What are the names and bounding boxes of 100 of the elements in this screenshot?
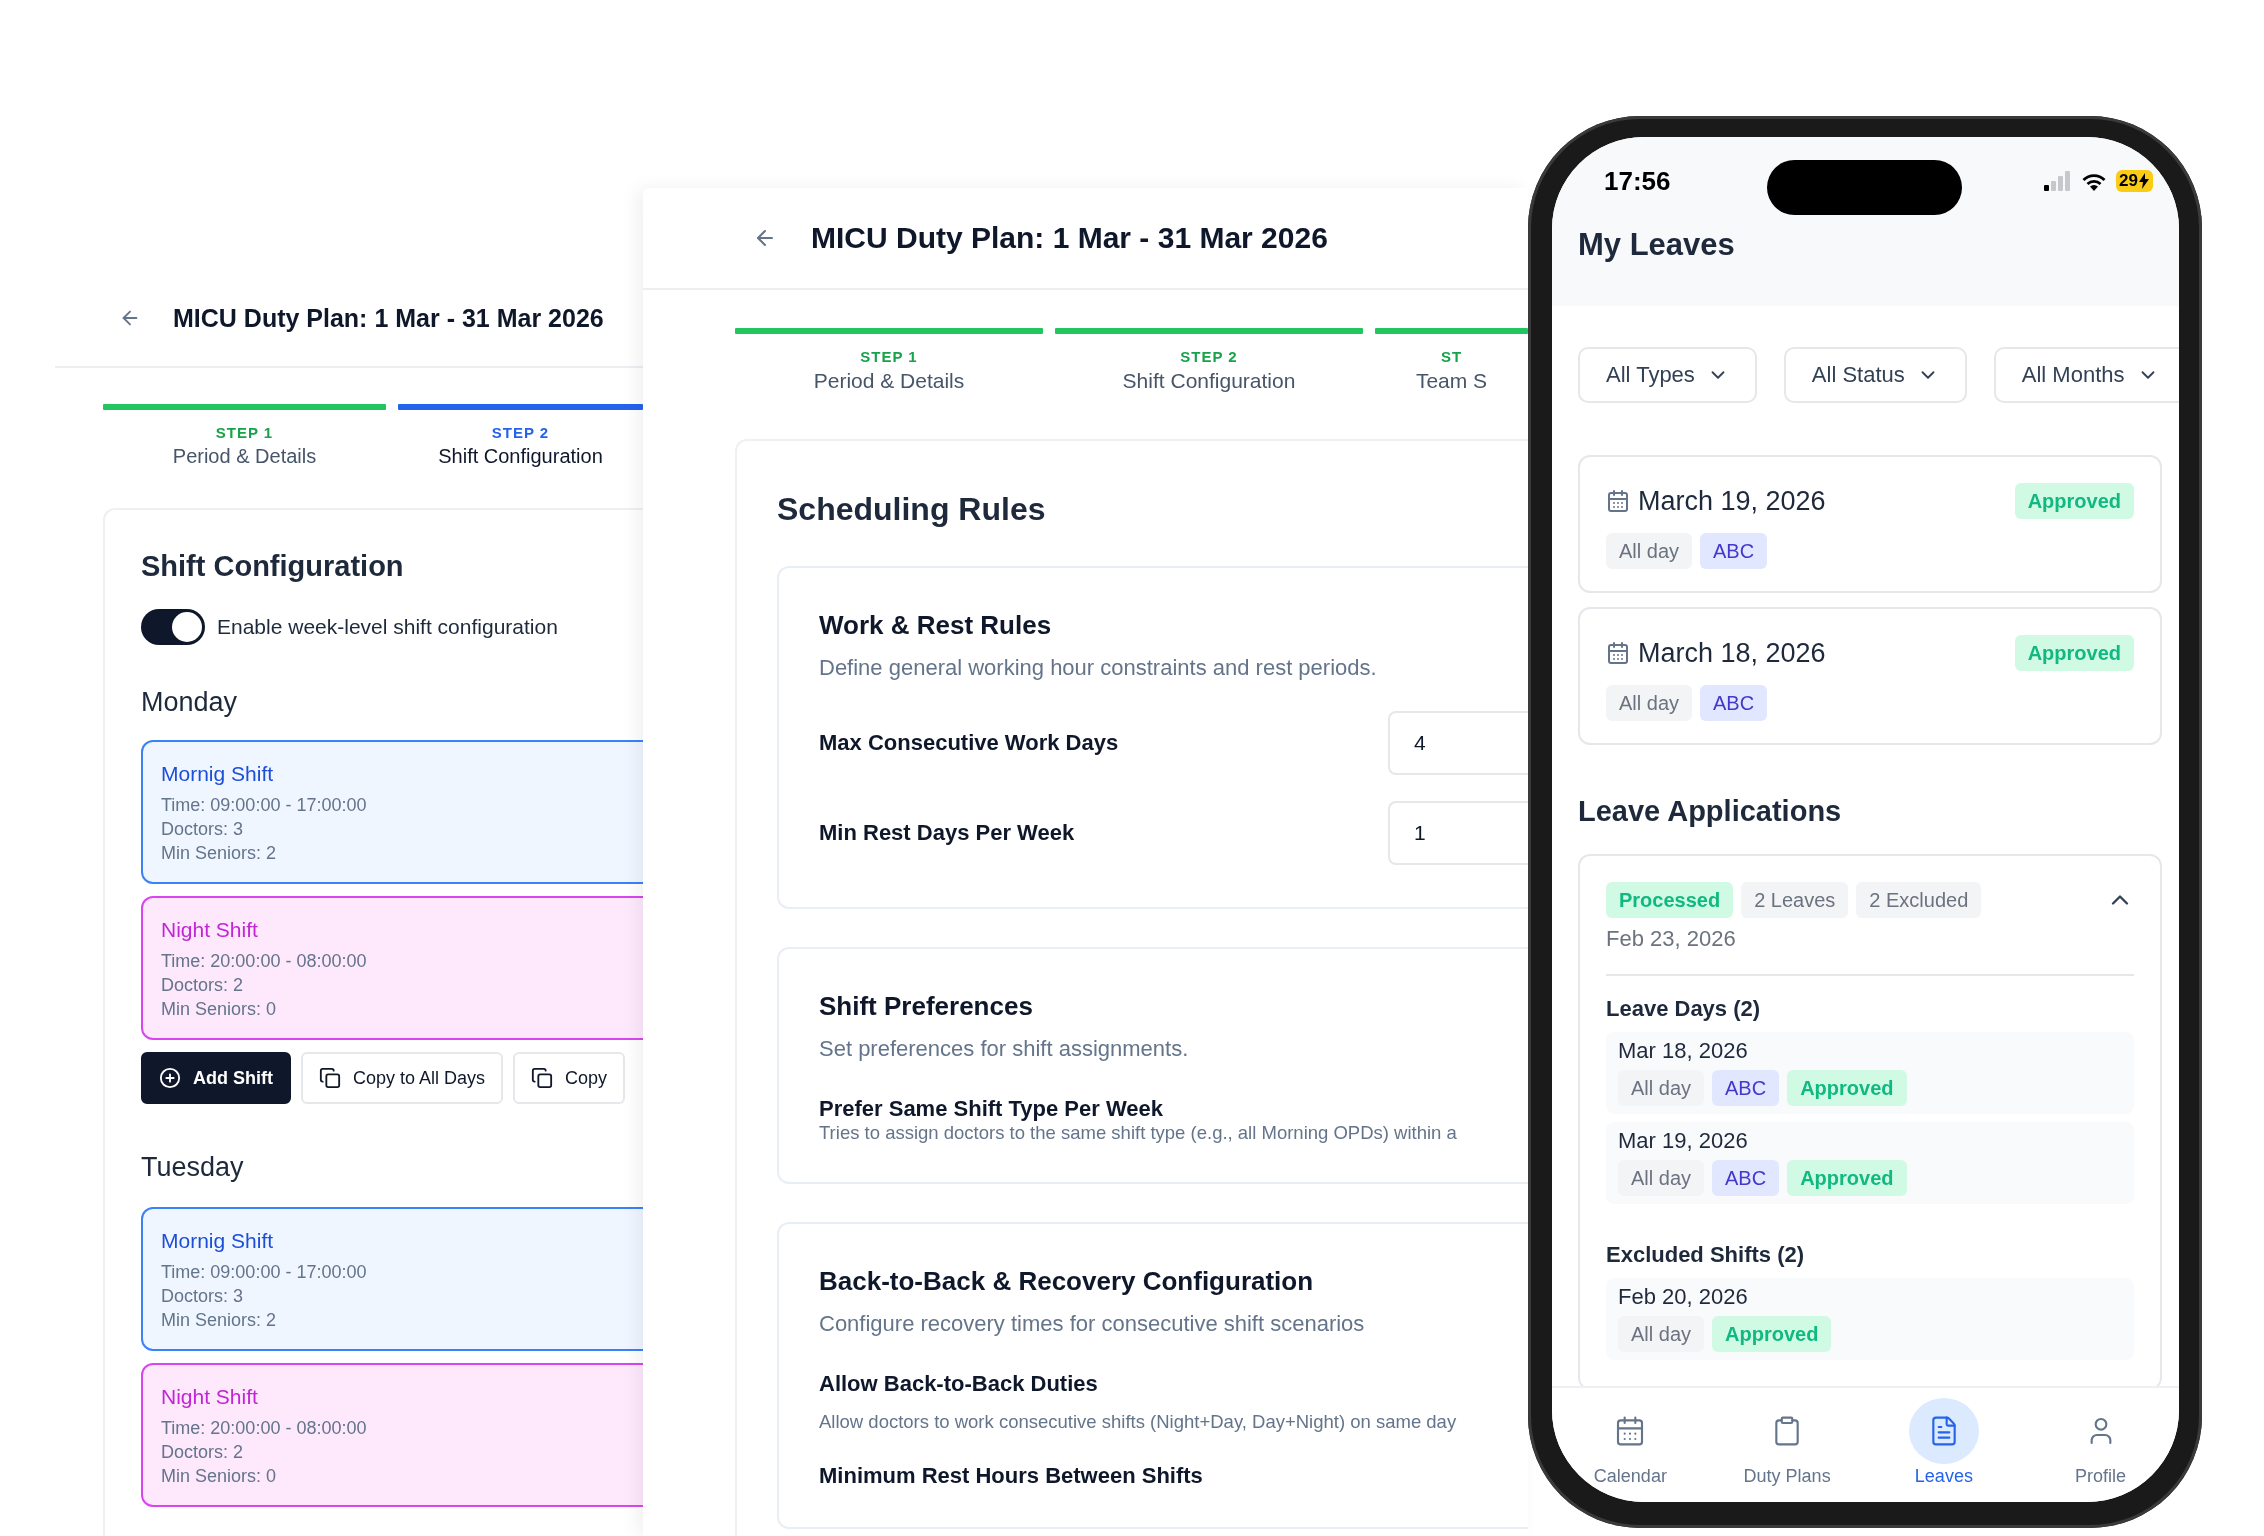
- shift-detail: Min Seniors: 2: [161, 843, 278, 864]
- nav-tab[interactable]: Profile: [2035, 1398, 2166, 1487]
- leave-tag: All day: [1618, 1316, 1705, 1352]
- leave-tag: All day: [1618, 1160, 1705, 1196]
- step-label: Period & Details: [172, 445, 317, 468]
- shift-detail: Min Seniors: 0: [161, 999, 278, 1020]
- leave-card[interactable]: March 18, 2026 Approved All day ABC: [1578, 607, 2162, 745]
- shift-title: Night Shift: [161, 918, 259, 942]
- status-badge: Approved: [2014, 635, 2134, 671]
- leave-date: March 19, 2026: [1638, 485, 1826, 517]
- item-date: Mar 19, 2026: [1618, 1128, 1749, 1154]
- toggle-switch[interactable]: [141, 609, 205, 645]
- copy-button[interactable]: Copy: [513, 1052, 626, 1104]
- filter-dropdown[interactable]: All Types: [1578, 347, 1757, 403]
- field-label: Min Rest Days Per Week: [819, 820, 1075, 846]
- filter-dropdown[interactable]: All Months: [1993, 347, 2179, 403]
- option-hint: Tries to assign doctors to the same shift type (e.g., all Morning OPDs) within a: [819, 1122, 1458, 1144]
- leave-tag: All day: [1606, 533, 1693, 569]
- copy-button[interactable]: Copy to All Days: [301, 1052, 504, 1104]
- leave-tag: Approved: [1787, 1160, 1907, 1196]
- option-hint: Allow doctors to work consecutive shifts (Night+Day, Day+Night) on same day: [819, 1411, 1458, 1433]
- shift-detail: Doctors: 3: [161, 1286, 245, 1307]
- plus-circle-icon: [159, 1067, 181, 1089]
- application-badge: Processed: [1606, 882, 1734, 918]
- nav-tab[interactable]: Calendar: [1565, 1398, 1696, 1487]
- status-time: 17:56: [1604, 165, 1671, 197]
- section-description: Define general working hour constraints and rest periods.: [819, 655, 1378, 681]
- shift-card[interactable]: Mornig Shift Time: 09:00:00 - 17:00:00 Doctors: 3 Min Seniors: 2: [141, 740, 643, 884]
- group-title: Excluded Shifts (2): [1606, 1242, 1806, 1268]
- step-number: STEP 1: [860, 348, 918, 365]
- leave-tag: All day: [1606, 685, 1693, 721]
- leave-tag: Approved: [1712, 1316, 1832, 1352]
- step-number: STEP 2: [491, 424, 550, 441]
- section-description: Set preferences for shift assignments.: [819, 1036, 1190, 1062]
- section-title: Work & Rest Rules: [819, 610, 1053, 641]
- leave-tag: ABC: [1712, 1070, 1780, 1106]
- application-date: Feb 23, 2026: [1606, 926, 2134, 976]
- screen-title: My Leaves: [1577, 226, 1736, 263]
- shift-detail: Time: 09:00:00 - 17:00:00: [161, 1262, 368, 1283]
- step-label: Period & Details: [813, 369, 965, 393]
- calendar-icon: [1606, 489, 1630, 513]
- step-label: Shift Configuration: [1122, 369, 1296, 393]
- shift-title: Mornig Shift: [161, 1229, 275, 1253]
- day-heading: Tuesday: [141, 1152, 245, 1183]
- number-input[interactable]: 4: [1388, 711, 1528, 775]
- application-badge: 2 Leaves: [1741, 882, 1849, 918]
- leave-tag: ABC: [1700, 533, 1768, 569]
- shift-card[interactable]: Mornig Shift Time: 09:00:00 - 17:00:00 Doctors: 3 Min Seniors: 2: [141, 1207, 643, 1351]
- item-date: Feb 20, 2026: [1618, 1284, 1749, 1310]
- item-date: Mar 18, 2026: [1618, 1038, 1749, 1064]
- filter-dropdown[interactable]: All Status: [1783, 347, 1967, 403]
- option-label: Minimum Rest Hours Between Shifts: [819, 1463, 1204, 1489]
- page-title: MICU Duty Plan: 1 Mar - 31 Mar 2026: [173, 303, 604, 333]
- shift-detail: Doctors: 2: [161, 975, 245, 996]
- number-input[interactable]: 1: [1388, 801, 1528, 865]
- leave-date: March 18, 2026: [1638, 637, 1826, 669]
- status-badge: Approved: [2014, 483, 2134, 519]
- leave-tag: Approved: [1787, 1070, 1907, 1106]
- step-number: STEP 2: [1180, 348, 1238, 365]
- step-number: STEP 1: [215, 424, 274, 441]
- copy-icon: [319, 1067, 341, 1089]
- shift-detail: Doctors: 2: [161, 1442, 245, 1463]
- leave-tag: ABC: [1700, 685, 1768, 721]
- signal-icon: [2044, 171, 2073, 191]
- step-label: Shift Configuration: [438, 445, 603, 468]
- leave-tag: All day: [1618, 1070, 1705, 1106]
- option-label: Prefer Same Shift Type Per Week: [819, 1096, 1164, 1122]
- field-label: Max Consecutive Work Days: [819, 730, 1119, 756]
- calendar-icon: [1606, 641, 1630, 665]
- panel-heading: Scheduling Rules: [777, 491, 1047, 528]
- shift-card[interactable]: Night Shift Time: 20:00:00 - 08:00:00 Doctors: 2 Min Seniors: 0: [141, 896, 643, 1040]
- add-shift-button[interactable]: Add Shift: [141, 1052, 291, 1104]
- shift-detail: Min Seniors: 2: [161, 1310, 278, 1331]
- step-number: ST: [1440, 348, 1463, 365]
- nav-tab[interactable]: Leaves: [1878, 1398, 2009, 1487]
- application-badge: 2 Excluded: [1856, 882, 1982, 918]
- toggle-label: Enable week-level shift configuration: [217, 615, 558, 639]
- panel-heading: Shift Configuration: [141, 550, 405, 583]
- day-heading: Monday: [141, 687, 239, 718]
- section-heading: Leave Applications: [1578, 795, 1843, 828]
- section-title: Back-to-Back & Recovery Configuration: [819, 1266, 1315, 1297]
- group-title: Leave Days (2): [1606, 996, 1762, 1022]
- shift-title: Mornig Shift: [161, 762, 275, 786]
- nav-tab[interactable]: Duty Plans: [1722, 1398, 1853, 1487]
- shift-title: Night Shift: [161, 1385, 259, 1409]
- option-label: Allow Back-to-Back Duties: [819, 1371, 1099, 1397]
- shift-detail: Doctors: 3: [161, 819, 245, 840]
- step-label: Team S: [1415, 369, 1488, 393]
- leave-card[interactable]: March 19, 2026 Approved All day ABC: [1578, 455, 2162, 593]
- shift-card[interactable]: Night Shift Time: 20:00:00 - 08:00:00 Doctors: 2 Min Seniors: 0: [141, 1363, 643, 1507]
- shift-detail: Min Seniors: 0: [161, 1466, 278, 1487]
- shift-detail: Time: 20:00:00 - 08:00:00: [161, 1418, 368, 1439]
- shift-detail: Time: 09:00:00 - 17:00:00: [161, 795, 368, 816]
- section-description: Configure recovery times for consecutive shift scenarios: [819, 1311, 1366, 1337]
- shift-detail: Time: 20:00:00 - 08:00:00: [161, 951, 368, 972]
- page-title: MICU Duty Plan: 1 Mar - 31 Mar 2026: [811, 221, 1328, 255]
- leave-tag: ABC: [1712, 1160, 1780, 1196]
- copy-icon: [531, 1067, 554, 1089]
- section-title: Shift Preferences: [819, 991, 1034, 1022]
- charging-bolt-icon: [2138, 173, 2150, 189]
